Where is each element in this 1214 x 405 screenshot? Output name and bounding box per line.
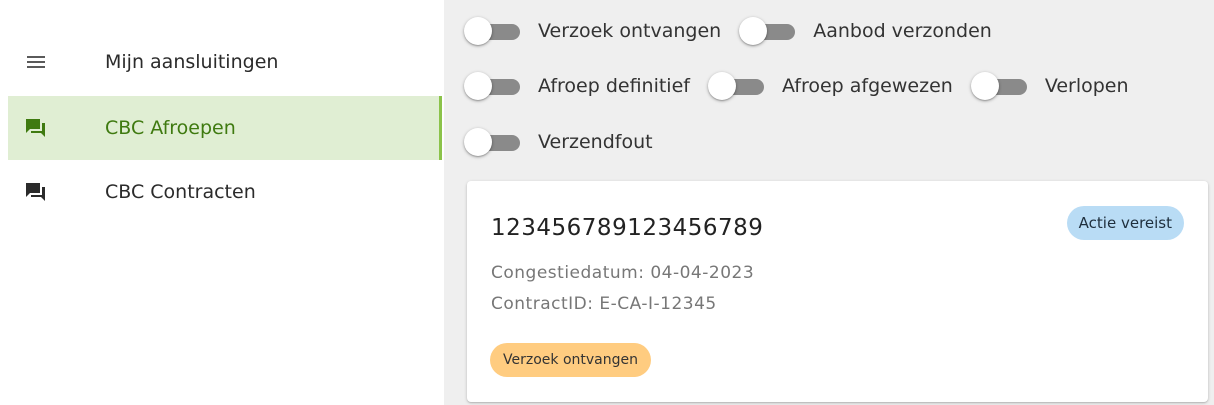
filter-label: Verlopen [1044,75,1129,97]
status-badge: Verzoek ontvangen [490,343,651,377]
sidebar-item-label: Mijn aansluitingen [105,51,279,73]
toggle-switch[interactable] [739,16,797,46]
card-title: 123456789123456789 [491,215,764,241]
main-content: Verzoek ontvangen Aanbod verzonden Afroe… [444,0,1214,405]
sidebar-item-mijn-aansluitingen[interactable]: Mijn aansluitingen [8,30,442,94]
filter-row: Verzendfout [464,127,671,157]
filter-label: Aanbod verzonden [813,20,992,42]
filter-verzendfout[interactable]: Verzendfout [464,127,653,157]
toggle-switch[interactable] [464,16,522,46]
sidebar: Mijn aansluitingen CBC Afroepen CBC Cont… [8,0,444,405]
filter-verzoek-ontvangen[interactable]: Verzoek ontvangen [464,16,721,46]
filter-row: Afroep definitief Afroep afgewezen Verlo… [464,71,1147,101]
contract-id: ContractID: E-CA-I-12345 [491,294,717,314]
filter-aanbod-verzonden[interactable]: Aanbod verzonden [739,16,992,46]
afroep-card[interactable]: 123456789123456789 Actie vereist Congest… [467,181,1208,402]
chat-icon [26,119,45,137]
filter-label: Afroep definitief [538,75,690,97]
toggle-switch[interactable] [464,127,522,157]
filter-afroep-afgewezen[interactable]: Afroep afgewezen [707,71,953,101]
action-required-badge: Actie vereist [1066,206,1184,240]
congestion-date: Congestiedatum: 04-04-2023 [491,263,755,283]
toggle-switch[interactable] [970,71,1029,101]
sidebar-item-label: CBC Contracten [105,181,256,203]
filter-label: Verzendfout [538,131,653,153]
toggle-switch[interactable] [464,71,522,101]
filter-verlopen[interactable]: Verlopen [970,71,1129,101]
menu-icon [27,56,45,68]
sidebar-item-cbc-afroepen[interactable]: CBC Afroepen [8,96,442,160]
toggle-switch[interactable] [707,71,766,101]
sidebar-item-label: CBC Afroepen [105,117,236,139]
filter-label: Verzoek ontvangen [538,20,722,42]
filter-afroep-definitief[interactable]: Afroep definitief [464,71,690,101]
sidebar-item-cbc-contracten[interactable]: CBC Contracten [8,160,442,224]
filter-row: Verzoek ontvangen Aanbod verzonden [464,16,1010,46]
filter-label: Afroep afgewezen [781,75,953,97]
chat-icon [26,183,45,201]
